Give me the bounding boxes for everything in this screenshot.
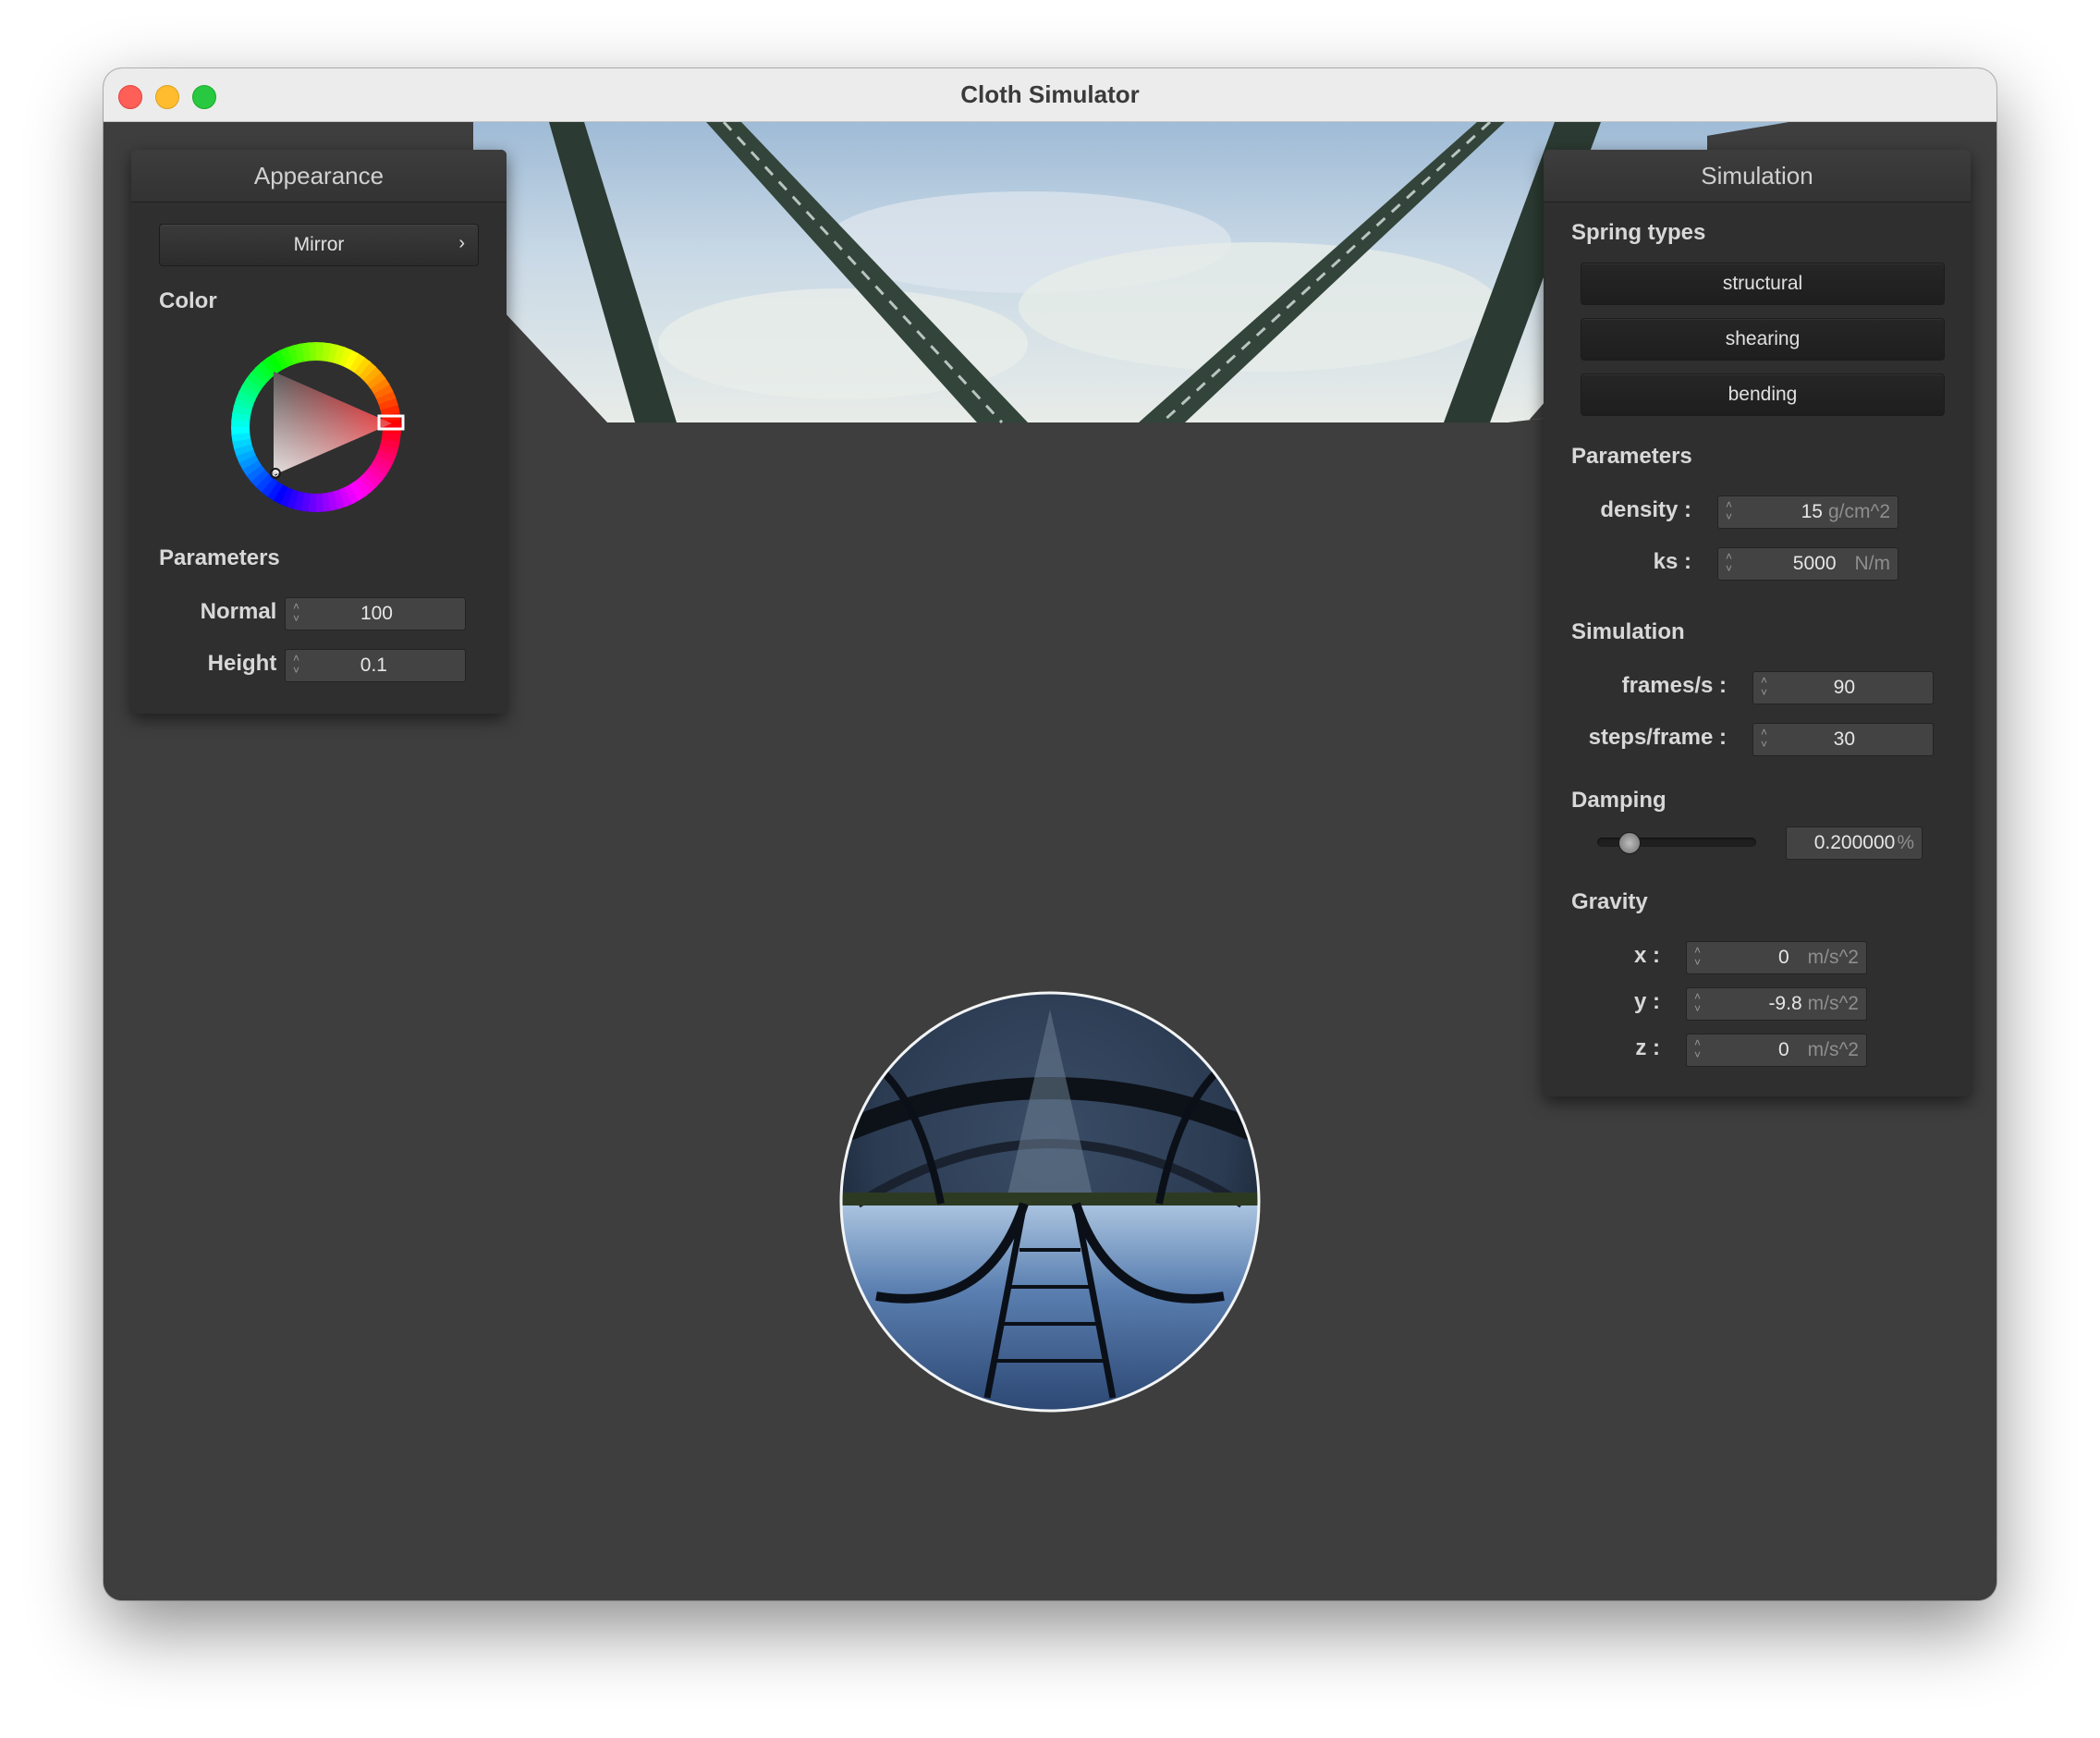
ks-unit: N/m [1854, 553, 1891, 574]
up-down-spinner-icon[interactable]: ˄ ˅ [1694, 945, 1705, 969]
spring-bending-toggle[interactable]: bending [1581, 373, 1945, 416]
up-down-spinner-icon[interactable]: ˄ ˅ [293, 601, 304, 625]
damping-value: 0.200000 [1813, 832, 1896, 853]
gravity-y-unit: m/s^2 [1807, 993, 1859, 1014]
gravity-x-label: x : [1633, 943, 1660, 968]
color-section-label: Color [159, 288, 217, 313]
gravity-z-label: z : [1635, 1035, 1660, 1060]
ks-input[interactable]: ˄ ˅ 5000 N/m [1717, 547, 1899, 581]
gravity-y-value: -9.8 [1768, 993, 1802, 1014]
up-down-spinner-icon[interactable]: ˄ ˅ [1726, 499, 1737, 523]
damping-unit: % [1897, 832, 1914, 853]
simulation-panel-title: Simulation [1544, 150, 1971, 202]
density-label: density : [1600, 497, 1691, 522]
render-viewport[interactable]: Appearance Mirror › Color Parameters Nor… [104, 122, 1996, 1600]
up-down-spinner-icon[interactable]: ˄ ˅ [1694, 1037, 1705, 1061]
up-down-spinner-icon[interactable]: ˄ ˅ [1761, 727, 1772, 751]
spring-structural-toggle[interactable]: structural [1581, 263, 1945, 305]
gravity-label: Gravity [1571, 889, 1648, 914]
normal-label: Normal : [200, 599, 290, 624]
gravity-x-input[interactable]: ˄ ˅ 0 m/s^2 [1686, 941, 1867, 974]
spring-types-label: Spring types [1571, 220, 1706, 245]
chevron-right-icon: › [458, 233, 465, 253]
color-wheel[interactable] [224, 335, 409, 520]
gravity-x-value: 0 [1777, 947, 1789, 968]
shader-select-button[interactable]: Mirror › [159, 224, 479, 266]
gravity-z-value: 0 [1777, 1039, 1789, 1060]
height-value: 0.1 [360, 655, 387, 676]
mirror-sphere [839, 991, 1261, 1413]
appearance-panel-title: Appearance [131, 150, 507, 202]
title-bar: Cloth Simulator [104, 68, 1996, 122]
sim-params-label: Parameters [1571, 444, 1692, 469]
window-title: Cloth Simulator [960, 80, 1140, 108]
steps-label: steps/frame : [1588, 725, 1727, 750]
up-down-spinner-icon[interactable]: ˄ ˅ [1694, 991, 1705, 1015]
steps-value: 30 [1833, 728, 1855, 750]
gravity-y-input[interactable]: ˄ ˅ -9.8 m/s^2 [1686, 987, 1867, 1021]
damping-value-box[interactable]: 0.200000% [1786, 826, 1923, 860]
simulation-panel: Simulation Spring types structural shear… [1544, 150, 1971, 1096]
app-window: Cloth Simulator Appearance Mirror › Colo… [104, 68, 1996, 1600]
gravity-x-unit: m/s^2 [1807, 947, 1859, 968]
gravity-z-unit: m/s^2 [1807, 1039, 1859, 1060]
up-down-spinner-icon[interactable]: ˄ ˅ [293, 653, 304, 677]
steps-input[interactable]: ˄ ˅ 30 [1752, 723, 1934, 756]
gravity-y-label: y : [1633, 989, 1660, 1014]
density-input[interactable]: ˄ ˅ 15 g/cm^2 [1717, 496, 1899, 529]
fps-input[interactable]: ˄ ˅ 90 [1752, 671, 1934, 704]
normal-input[interactable]: ˄ ˅ 100 [285, 597, 466, 630]
fps-label: frames/s : [1621, 673, 1727, 698]
damping-label: Damping [1571, 788, 1667, 813]
height-label: Height : [207, 651, 290, 676]
density-unit: g/cm^2 [1827, 501, 1890, 522]
spring-shearing-toggle[interactable]: shearing [1581, 318, 1945, 361]
height-input[interactable]: ˄ ˅ 0.1 [285, 649, 466, 682]
ks-value: 5000 [1792, 553, 1837, 574]
gravity-z-input[interactable]: ˄ ˅ 0 m/s^2 [1686, 1034, 1867, 1067]
up-down-spinner-icon[interactable]: ˄ ˅ [1761, 675, 1772, 699]
sim-sim-label: Simulation [1571, 619, 1685, 644]
appearance-panel: Appearance Mirror › Color Parameters Nor… [131, 150, 507, 714]
up-down-spinner-icon[interactable]: ˄ ˅ [1726, 551, 1737, 575]
shader-select-label: Mirror [293, 234, 345, 255]
density-value: 15 [1801, 501, 1823, 522]
ks-label: ks : [1653, 549, 1691, 574]
normal-value: 100 [360, 603, 393, 624]
damping-slider-handle[interactable] [1618, 832, 1642, 854]
appearance-params-label: Parameters [159, 545, 280, 570]
fps-value: 90 [1833, 677, 1855, 698]
